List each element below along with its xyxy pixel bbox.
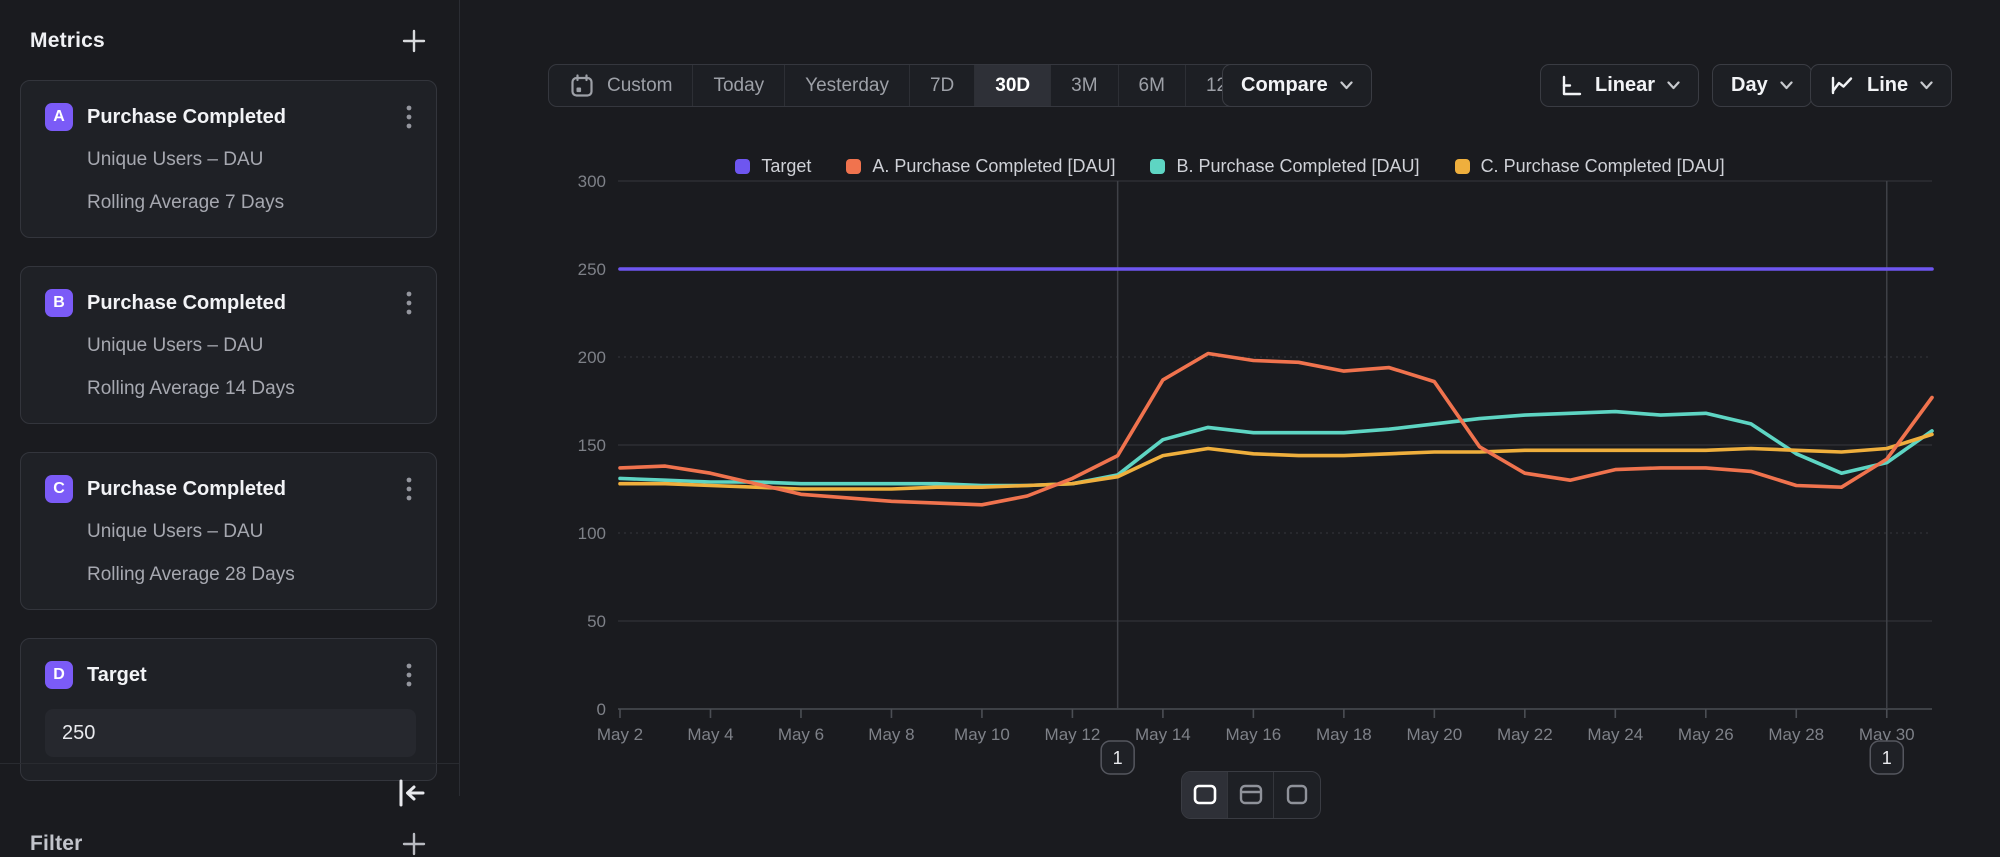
metric-title: Target xyxy=(87,664,388,687)
kebab-menu-icon[interactable] xyxy=(406,104,412,130)
chart-view-icon xyxy=(1193,784,1217,806)
view-toggle xyxy=(1181,771,1321,819)
details-view-icon xyxy=(1285,784,1309,806)
metric-card-list: A Purchase Completed Unique Users – DAU Rol… xyxy=(20,80,437,781)
add-metric-icon[interactable] xyxy=(401,28,427,54)
metric-card-b[interactable]: B Purchase Completed Unique Users – DAU Rol… xyxy=(20,266,437,424)
metric-title: Purchase Completed xyxy=(87,478,388,501)
metric-badge: B xyxy=(45,289,73,317)
annotation-badge-label: 1 xyxy=(1882,748,1892,768)
metric-measure: Unique Users – DAU xyxy=(87,335,416,357)
metric-title: Purchase Completed xyxy=(87,292,388,315)
metric-badge: A xyxy=(45,103,73,131)
x-tick-label: May 24 xyxy=(1587,725,1643,744)
metric-card-header: A Purchase Completed xyxy=(45,102,416,132)
view-toggle-chart[interactable] xyxy=(1182,772,1228,818)
filter-header-row: Filter xyxy=(20,831,437,857)
kebab-menu-icon[interactable] xyxy=(406,476,412,502)
x-tick-label: May 22 xyxy=(1497,725,1553,744)
metric-measure: Unique Users – DAU xyxy=(87,521,416,543)
metrics-title: Metrics xyxy=(30,29,105,53)
x-tick-label: May 28 xyxy=(1768,725,1824,744)
metric-badge: C xyxy=(45,475,73,503)
collapse-sidebar-icon[interactable] xyxy=(394,777,428,807)
y-tick-label: 50 xyxy=(587,612,606,631)
y-tick-label: 150 xyxy=(578,436,606,455)
metric-badge: D xyxy=(45,661,73,689)
metric-card-header: C Purchase Completed xyxy=(45,474,416,504)
x-tick-label: May 14 xyxy=(1135,725,1191,744)
metric-measure: Unique Users – DAU xyxy=(87,149,416,171)
x-tick-label: May 10 xyxy=(954,725,1010,744)
metric-card-header: D Target xyxy=(45,660,416,690)
sidebar-divider xyxy=(0,763,459,764)
y-tick-label: 0 xyxy=(597,700,606,719)
metric-card-c[interactable]: C Purchase Completed Unique Users – DAU Rol… xyxy=(20,452,437,610)
target-value-input[interactable]: 250 xyxy=(45,709,416,757)
metrics-sidebar: Metrics A Purchase Completed Unique Users … xyxy=(0,0,460,796)
kebab-menu-icon[interactable] xyxy=(406,662,412,688)
view-toggle-details[interactable] xyxy=(1274,772,1320,818)
filter-title: Filter xyxy=(30,832,83,856)
y-tick-label: 300 xyxy=(578,172,606,191)
x-tick-label: May 12 xyxy=(1045,725,1101,744)
view-toggle-table[interactable] xyxy=(1228,772,1274,818)
x-tick-label: May 6 xyxy=(778,725,824,744)
x-tick-label: May 18 xyxy=(1316,725,1372,744)
metric-card-header: B Purchase Completed xyxy=(45,288,416,318)
x-tick-label: May 20 xyxy=(1406,725,1462,744)
line-chart[interactable]: 0 50 100 150 200 250 300 May 2 May 4 May 6 May 8 Ma… xyxy=(460,0,2000,796)
y-tick-label: 250 xyxy=(578,260,606,279)
x-tick-label: May 26 xyxy=(1678,725,1734,744)
y-tick-label: 200 xyxy=(578,348,606,367)
x-tick-label: May 2 xyxy=(597,725,643,744)
metric-card-a[interactable]: A Purchase Completed Unique Users – DAU Rol… xyxy=(20,80,437,238)
metric-title: Purchase Completed xyxy=(87,106,388,129)
kebab-menu-icon[interactable] xyxy=(406,290,412,316)
metric-rolling-average: Rolling Average 28 Days xyxy=(87,564,416,586)
metric-rolling-average: Rolling Average 7 Days xyxy=(87,192,416,214)
table-view-icon xyxy=(1239,784,1263,806)
annotation-badge-label: 1 xyxy=(1113,748,1123,768)
x-tick-label: May 4 xyxy=(687,725,733,744)
metrics-header-row: Metrics xyxy=(20,28,437,54)
x-tick-label: May 8 xyxy=(868,725,914,744)
x-tick-label: May 16 xyxy=(1226,725,1282,744)
series-c xyxy=(620,434,1932,489)
add-filter-icon[interactable] xyxy=(401,831,427,857)
metric-rolling-average: Rolling Average 14 Days xyxy=(87,378,416,400)
metric-card-d[interactable]: D Target 250 xyxy=(20,638,437,781)
y-tick-label: 100 xyxy=(578,524,606,543)
